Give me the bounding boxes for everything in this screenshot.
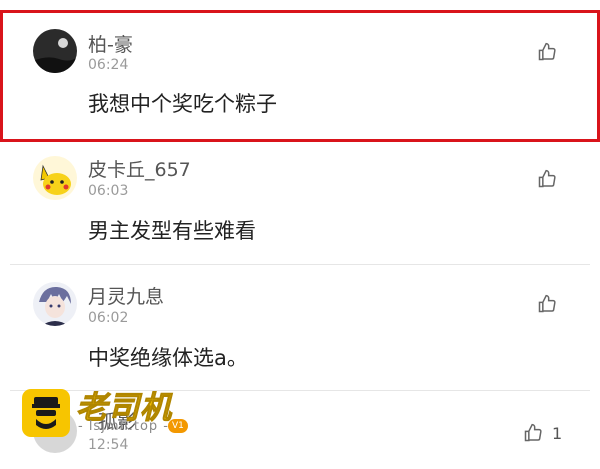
comment-time: 12:54 [88, 437, 129, 453]
highlight-frame [0, 10, 600, 142]
comment-author[interactable]: 月灵九息 [88, 282, 164, 309]
comment-text: 中奖绝缘体选a。 [88, 346, 248, 370]
like-count: 1 [552, 424, 563, 443]
comment-time: 06:03 [88, 183, 129, 199]
avatar[interactable] [33, 282, 77, 326]
comment-item: 皮卡丘_657 06:03 男主发型有些难看 [0, 140, 600, 265]
comment-time: 06:02 [88, 310, 129, 326]
thumbs-up-icon[interactable] [537, 294, 557, 314]
watermark-domain: - lsjmh.top - [78, 419, 169, 434]
comment-author[interactable]: 皮卡丘_657 [88, 155, 191, 182]
watermark-logo-icon [22, 389, 70, 437]
avatar[interactable] [33, 156, 77, 200]
vip-badge: V1 [168, 419, 188, 433]
thumbs-up-icon[interactable] [537, 169, 557, 189]
comment-text: 男主发型有些难看 [88, 219, 256, 243]
thumbs-up-icon[interactable] [523, 423, 543, 443]
comment-item: 月灵九息 06:02 中奖绝缘体选a。 [0, 265, 600, 390]
